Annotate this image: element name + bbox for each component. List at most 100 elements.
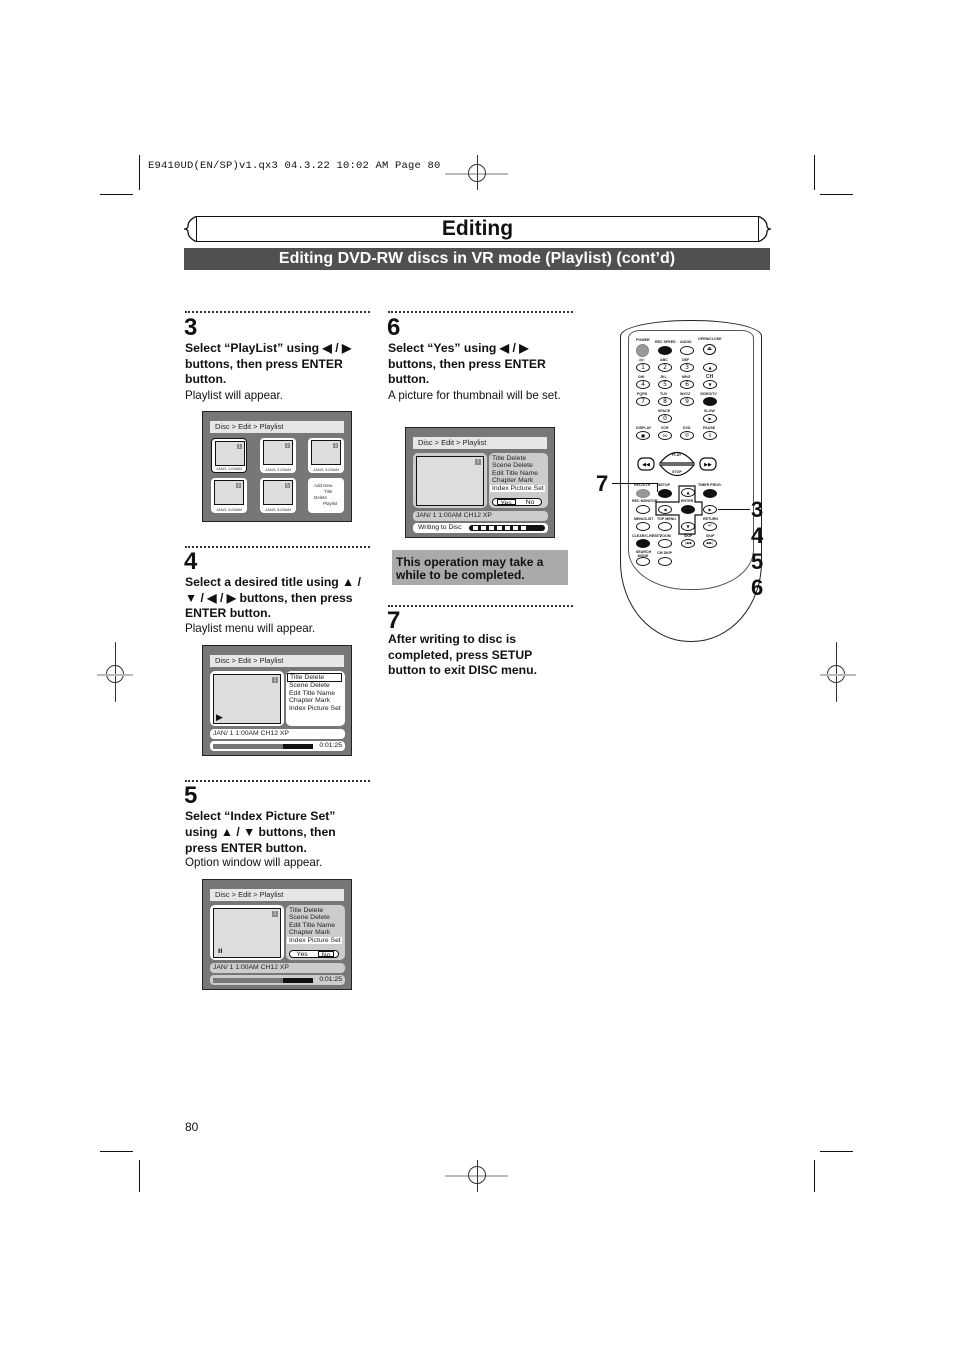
menu-item-edit-title-name[interactable]: Edit Title Name xyxy=(287,922,342,929)
down-arrow-button[interactable]: ▼ xyxy=(681,522,695,531)
video-tv-label: VIDEO/TV xyxy=(700,392,717,396)
cm-skip-button[interactable] xyxy=(658,557,672,566)
digit-4-button[interactable]: 4 xyxy=(636,380,650,389)
open-close-label: OPEN/CLOSE xyxy=(698,337,722,341)
menu-item-scene-delete[interactable]: Scene Delete xyxy=(490,462,545,469)
menu-item-title-delete[interactable]: Title Delete xyxy=(287,673,342,683)
power-button[interactable] xyxy=(636,344,649,357)
menu-item-scene-delete[interactable]: Scene Delete xyxy=(287,682,342,689)
rec-speed-button[interactable] xyxy=(658,346,672,355)
slow-button[interactable]: ▶ xyxy=(703,414,717,423)
display-button[interactable]: ■ xyxy=(636,431,650,440)
digit-9-button[interactable]: 9 xyxy=(680,397,694,406)
registration-line xyxy=(836,642,837,702)
thumbnail-card[interactable]: 4 JAN/1 4:00AM xyxy=(211,478,247,513)
top-menu-button[interactable] xyxy=(658,522,672,531)
menu-item-chapter-mark[interactable]: Chapter Mark xyxy=(287,697,342,704)
thumbnail-date: JAN/1 3:00AM xyxy=(313,467,339,472)
up-arrow-button[interactable]: ▲ xyxy=(681,488,695,497)
menu-item-edit-title-name[interactable]: Edit Title Name xyxy=(490,470,545,477)
crop-mark xyxy=(139,1160,140,1192)
menu-item-index-picture-set[interactable]: Index Picture Set xyxy=(490,484,545,493)
step-number: 5 xyxy=(184,782,198,809)
digit-7-button[interactable]: 7 xyxy=(636,397,650,406)
channel-up-button[interactable]: ▲ xyxy=(703,363,717,372)
pause-button[interactable]: II xyxy=(703,431,717,440)
crop-mark xyxy=(139,155,140,190)
right-arrow-button[interactable]: ▶ xyxy=(703,505,717,514)
elapsed-time: 0:01:25 xyxy=(319,742,342,749)
recording-info: JAN/ 1 1:00AM CH12 XP xyxy=(413,511,548,521)
space-label: SPACE xyxy=(658,409,671,413)
page-title-banner: Editing xyxy=(196,216,759,242)
progress-segment xyxy=(505,526,510,530)
menu-item-scene-delete[interactable]: Scene Delete xyxy=(287,914,342,921)
menu-item-title-delete[interactable]: Title Delete xyxy=(490,455,545,462)
edit-menu: Title Delete Scene Delete Edit Title Nam… xyxy=(287,673,342,712)
thumbnail-number: 5 xyxy=(285,483,290,488)
zoom-button[interactable] xyxy=(658,539,672,548)
yes-no-selector: Yes No xyxy=(492,498,542,507)
callout-step-7: 7 xyxy=(596,471,609,496)
no-option[interactable]: No xyxy=(317,951,335,959)
skip-forward-button[interactable]: ▶▶| xyxy=(703,539,717,548)
thumbnail-card[interactable]: 1 JAN/1 1:00AM xyxy=(211,438,247,473)
thumbnail-image: 2 xyxy=(263,440,293,465)
recording-info: JAN/ 1 1:00AM CH12 XP xyxy=(210,963,345,973)
digit-3-button[interactable]: 3 xyxy=(680,363,694,372)
yes-option[interactable]: Yes xyxy=(294,951,311,958)
thumbnail-card[interactable]: 5 JAN/1 5:00AM xyxy=(260,478,296,513)
dvd-button[interactable]: ◎ xyxy=(680,431,694,440)
search-mode-button[interactable] xyxy=(636,557,650,566)
channel-down-button[interactable]: ▼ xyxy=(703,380,717,389)
timer-prog-button[interactable] xyxy=(703,489,717,498)
osd-breadcrumb: Disc > Edit > Playlist xyxy=(210,421,344,433)
menu-item-index-picture-set[interactable]: Index Picture Set xyxy=(287,936,342,945)
digit-0-button[interactable]: 0 xyxy=(658,414,672,423)
menu-playlist[interactable]: Playlist xyxy=(323,501,337,507)
progress-segment xyxy=(497,526,502,530)
menu-panel: Title Delete Scene Delete Edit Title Nam… xyxy=(286,671,345,726)
pause-icon: II xyxy=(218,948,223,955)
progress-segment xyxy=(481,526,486,530)
progress-segment xyxy=(513,526,518,530)
menu-item-title-delete[interactable]: Title Delete xyxy=(287,907,342,914)
menu-item-chapter-mark[interactable]: Chapter Mark xyxy=(490,477,545,484)
yes-option[interactable]: Yes xyxy=(496,499,516,507)
step-instruction: Select “Index Picture Set” using ▲ / ▼ b… xyxy=(185,809,336,855)
audio-button[interactable] xyxy=(680,346,694,355)
clear-reset-button[interactable] xyxy=(636,539,650,548)
osd-breadcrumb: Disc > Edit > Playlist xyxy=(210,889,344,901)
menu-item-edit-title-name[interactable]: Edit Title Name xyxy=(287,690,342,697)
menu-list-button[interactable] xyxy=(636,522,650,531)
digit-5-button[interactable]: 5 xyxy=(658,380,672,389)
digit-2-button[interactable]: 2 xyxy=(658,363,672,372)
key-label: TUV xyxy=(660,392,668,396)
return-button[interactable]: ↵ xyxy=(703,522,717,531)
thumbnail-card[interactable]: 3 JAN/1 3:00AM xyxy=(308,438,344,473)
vcr-button[interactable]: oo xyxy=(658,431,672,440)
enter-button[interactable] xyxy=(681,505,695,514)
digit-6-button[interactable]: 6 xyxy=(680,380,694,389)
menu-list-label: MENU/LIST xyxy=(634,517,654,521)
digit-8-button[interactable]: 8 xyxy=(658,397,672,406)
no-option[interactable]: No xyxy=(523,499,538,506)
thumbnail-card[interactable]: 2 JAN/1 2:00AM xyxy=(260,438,296,473)
step-divider xyxy=(185,546,370,548)
left-arrow-button[interactable]: ◀ xyxy=(658,505,672,514)
rec-otr-button[interactable] xyxy=(636,489,650,498)
playlist-menu-card[interactable]: Add New Title Delete Playlist xyxy=(308,478,344,513)
eject-button[interactable]: ⏏ xyxy=(703,344,716,355)
clear-reset-label: CLEAR/C-RESET xyxy=(632,534,662,538)
menu-item-chapter-mark[interactable]: Chapter Mark xyxy=(287,929,342,936)
progress-fill xyxy=(213,978,283,983)
crop-mark xyxy=(100,194,133,195)
step-divider xyxy=(388,605,573,607)
skip-back-button[interactable]: |◀◀ xyxy=(681,539,695,548)
time-bar: 0:01:25 xyxy=(210,975,345,985)
rec-monitor-button[interactable] xyxy=(636,505,650,514)
digit-1-button[interactable]: 1 xyxy=(636,363,650,372)
preview-panel: 1 II xyxy=(210,905,284,960)
video-tv-button[interactable] xyxy=(703,397,717,406)
menu-item-index-picture-set[interactable]: Index Picture Set xyxy=(287,705,342,712)
